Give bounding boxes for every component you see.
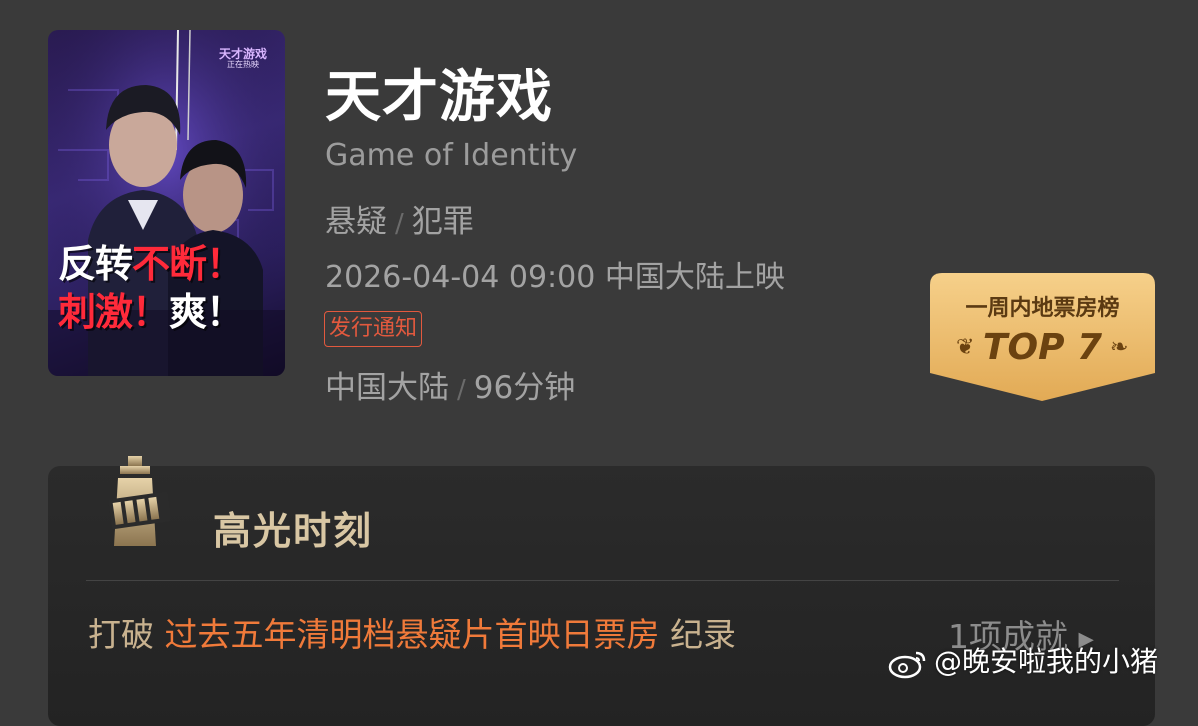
- release-info: 2026-04-04 09:00 中国大陆上映: [325, 260, 785, 295]
- box-office-rank-badge[interactable]: 一周内地票房榜 ❦ TOP 7 ❧: [930, 273, 1155, 401]
- highlights-divider: [86, 580, 1119, 581]
- watermark-text: @晚安啦我的小猪: [934, 645, 1159, 678]
- highlights-title: 高光时刻: [213, 509, 374, 553]
- record-suffix: 纪录: [670, 615, 736, 654]
- weibo-watermark: @晚安啦我的小猪: [888, 640, 1158, 684]
- meta-separator: /: [457, 375, 466, 405]
- poster-slogan: 反转不断！ 刺激！爽！: [58, 240, 283, 336]
- slogan-line2-red: 刺激！: [58, 290, 170, 334]
- poster-brand-subtitle: 正在热映: [226, 60, 259, 70]
- weibo-icon: [888, 651, 926, 679]
- movie-title: 天才游戏: [325, 65, 553, 130]
- slogan-line1-red: 不断！: [132, 242, 244, 286]
- slogan-line2-white: 爽！: [169, 290, 244, 334]
- movie-duration: 96分钟: [473, 370, 576, 406]
- movie-genres: 悬疑 / 犯罪: [325, 196, 474, 241]
- highlights-card: 高光时刻 打破 过去五年清明档悬疑片首映日票房 纪录 1项成就 ▶: [48, 456, 1155, 726]
- genre-separator: /: [395, 209, 404, 239]
- release-notice-tag[interactable]: 发行通知: [324, 311, 423, 347]
- movie-meta: 中国大陆 /96分钟: [325, 362, 575, 407]
- movie-region: 中国大陆: [325, 370, 449, 406]
- highlight-record-row[interactable]: 打破 过去五年清明档悬疑片首映日票房 纪录: [88, 608, 736, 656]
- slogan-line1-white: 反转: [58, 242, 133, 286]
- genre-tag[interactable]: 犯罪: [412, 204, 474, 240]
- movie-english-title: Game of Identity: [325, 138, 578, 173]
- genre-tag[interactable]: 悬疑: [325, 204, 387, 240]
- movie-poster[interactable]: 天才游戏 正在热映 反转不断！ 刺激！爽！: [48, 30, 285, 376]
- record-prefix: 打破: [88, 615, 154, 654]
- lighthouse-film-icon: [108, 456, 170, 546]
- poster-brand: 天才游戏 正在热映: [219, 47, 267, 70]
- record-accent: 过去五年清明档悬疑片首映日票房: [164, 615, 660, 654]
- laurel-right-icon: ❧: [1110, 335, 1129, 360]
- rank-label: 一周内地票房榜: [965, 296, 1120, 321]
